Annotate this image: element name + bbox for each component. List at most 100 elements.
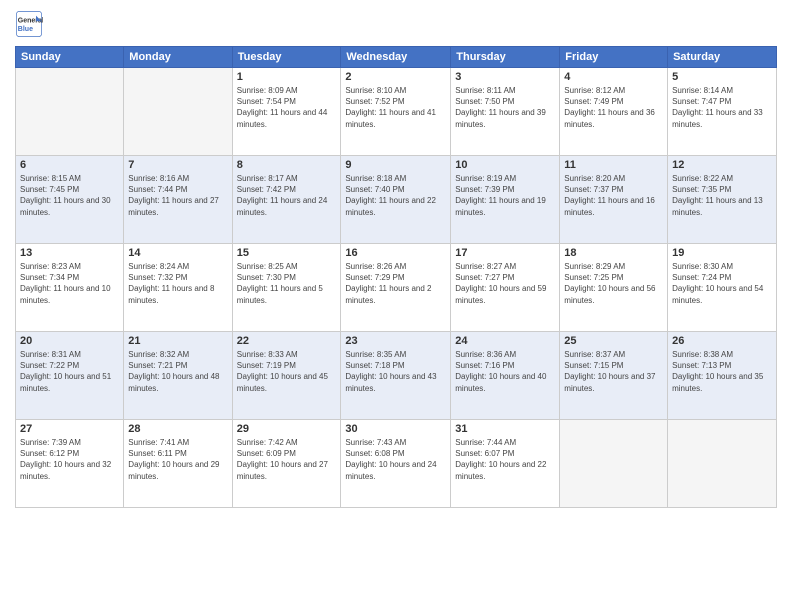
- day-info: Sunrise: 8:18 AM Sunset: 7:40 PM Dayligh…: [345, 173, 446, 218]
- day-number: 7: [128, 159, 227, 171]
- day-info: Sunrise: 7:39 AM Sunset: 6:12 PM Dayligh…: [20, 437, 119, 482]
- calendar-cell: 16 Sunrise: 8:26 AM Sunset: 7:29 PM Dayli…: [341, 244, 451, 332]
- calendar-cell: 5 Sunrise: 8:14 AM Sunset: 7:47 PM Daylig…: [668, 68, 777, 156]
- day-number: 17: [455, 247, 555, 259]
- day-number: 5: [672, 71, 772, 83]
- calendar-cell: 20 Sunrise: 8:31 AM Sunset: 7:22 PM Dayli…: [16, 332, 124, 420]
- day-info: Sunrise: 7:43 AM Sunset: 6:08 PM Dayligh…: [345, 437, 446, 482]
- day-number: 3: [455, 71, 555, 83]
- day-number: 28: [128, 423, 227, 435]
- calendar-cell: 14 Sunrise: 8:24 AM Sunset: 7:32 PM Dayli…: [124, 244, 232, 332]
- calendar-cell: 28 Sunrise: 7:41 AM Sunset: 6:11 PM Dayli…: [124, 420, 232, 508]
- calendar-cell: [16, 68, 124, 156]
- weekday-header: Wednesday: [341, 47, 451, 68]
- day-info: Sunrise: 8:26 AM Sunset: 7:29 PM Dayligh…: [345, 261, 446, 306]
- calendar-cell: 23 Sunrise: 8:35 AM Sunset: 7:18 PM Dayli…: [341, 332, 451, 420]
- day-info: Sunrise: 8:10 AM Sunset: 7:52 PM Dayligh…: [345, 85, 446, 130]
- day-info: Sunrise: 8:12 AM Sunset: 7:49 PM Dayligh…: [564, 85, 663, 130]
- day-number: 2: [345, 71, 446, 83]
- weekday-header: Friday: [560, 47, 668, 68]
- day-number: 25: [564, 335, 663, 347]
- day-info: Sunrise: 8:23 AM Sunset: 7:34 PM Dayligh…: [20, 261, 119, 306]
- day-number: 6: [20, 159, 119, 171]
- day-number: 23: [345, 335, 446, 347]
- calendar-cell: 18Sunrise: 8:29 AM Sunset: 7:25 PM Dayli…: [560, 244, 668, 332]
- logo: General Blue: [15, 10, 47, 38]
- calendar-cell: 11 Sunrise: 8:20 AM Sunset: 7:37 PM Dayli…: [560, 156, 668, 244]
- calendar-cell: 17 Sunrise: 8:27 AM Sunset: 7:27 PM Dayli…: [451, 244, 560, 332]
- day-number: 13: [20, 247, 119, 259]
- calendar-cell: 6 Sunrise: 8:15 AM Sunset: 7:45 PM Daylig…: [16, 156, 124, 244]
- day-info: Sunrise: 8:24 AM Sunset: 7:32 PM Dayligh…: [128, 261, 227, 306]
- day-info: Sunrise: 8:11 AM Sunset: 7:50 PM Dayligh…: [455, 85, 555, 130]
- calendar-cell: 26 Sunrise: 8:38 AM Sunset: 7:13 PM Dayli…: [668, 332, 777, 420]
- page: General Blue SundayMondayTuesdayWednesda…: [0, 0, 792, 612]
- calendar-cell: 4 Sunrise: 8:12 AM Sunset: 7:49 PM Daylig…: [560, 68, 668, 156]
- weekday-header: Tuesday: [232, 47, 341, 68]
- day-number: 1: [237, 71, 337, 83]
- day-number: 20: [20, 335, 119, 347]
- logo-icon: General Blue: [15, 10, 43, 38]
- calendar-cell: 2 Sunrise: 8:10 AM Sunset: 7:52 PM Daylig…: [341, 68, 451, 156]
- calendar-cell: 9 Sunrise: 8:18 AM Sunset: 7:40 PM Daylig…: [341, 156, 451, 244]
- day-info: Sunrise: 8:33 AM Sunset: 7:19 PM Dayligh…: [237, 349, 337, 394]
- day-number: 9: [345, 159, 446, 171]
- day-info: Sunrise: 8:38 AM Sunset: 7:13 PM Dayligh…: [672, 349, 772, 394]
- calendar-cell: 30 Sunrise: 7:43 AM Sunset: 6:08 PM Dayli…: [341, 420, 451, 508]
- day-info: Sunrise: 8:30 AM Sunset: 7:24 PM Dayligh…: [672, 261, 772, 306]
- day-number: 26: [672, 335, 772, 347]
- day-info: Sunrise: 8:36 AM Sunset: 7:16 PM Dayligh…: [455, 349, 555, 394]
- day-info: Sunrise: 8:14 AM Sunset: 7:47 PM Dayligh…: [672, 85, 772, 130]
- day-info: Sunrise: 8:27 AM Sunset: 7:27 PM Dayligh…: [455, 261, 555, 306]
- calendar-cell: 24 Sunrise: 8:36 AM Sunset: 7:16 PM Dayli…: [451, 332, 560, 420]
- weekday-header: Thursday: [451, 47, 560, 68]
- calendar-cell: 19 Sunrise: 8:30 AM Sunset: 7:24 PM Dayli…: [668, 244, 777, 332]
- svg-text:Blue: Blue: [18, 26, 33, 33]
- calendar-cell: 25 Sunrise: 8:37 AM Sunset: 7:15 PM Dayli…: [560, 332, 668, 420]
- day-info: Sunrise: 8:22 AM Sunset: 7:35 PM Dayligh…: [672, 173, 772, 218]
- calendar-cell: 12 Sunrise: 8:22 AM Sunset: 7:35 PM Dayli…: [668, 156, 777, 244]
- day-info: Sunrise: 8:37 AM Sunset: 7:15 PM Dayligh…: [564, 349, 663, 394]
- day-info: Sunrise: 8:25 AM Sunset: 7:30 PM Dayligh…: [237, 261, 337, 306]
- calendar-cell: [560, 420, 668, 508]
- day-number: 27: [20, 423, 119, 435]
- day-info: Sunrise: 8:32 AM Sunset: 7:21 PM Dayligh…: [128, 349, 227, 394]
- day-number: 14: [128, 247, 227, 259]
- calendar-cell: 15 Sunrise: 8:25 AM Sunset: 7:30 PM Dayli…: [232, 244, 341, 332]
- weekday-header: Saturday: [668, 47, 777, 68]
- day-number: 8: [237, 159, 337, 171]
- day-number: 10: [455, 159, 555, 171]
- calendar: SundayMondayTuesdayWednesdayThursdayFrid…: [15, 46, 777, 508]
- calendar-cell: 10 Sunrise: 8:19 AM Sunset: 7:39 PM Dayli…: [451, 156, 560, 244]
- calendar-cell: 29Sunrise: 7:42 AM Sunset: 6:09 PM Dayli…: [232, 420, 341, 508]
- day-info: Sunrise: 7:41 AM Sunset: 6:11 PM Dayligh…: [128, 437, 227, 482]
- weekday-header: Sunday: [16, 47, 124, 68]
- day-number: 30: [345, 423, 446, 435]
- day-info: Sunrise: 7:44 AM Sunset: 6:07 PM Dayligh…: [455, 437, 555, 482]
- day-info: Sunrise: 8:19 AM Sunset: 7:39 PM Dayligh…: [455, 173, 555, 218]
- day-number: 24: [455, 335, 555, 347]
- day-number: 12: [672, 159, 772, 171]
- day-number: 15: [237, 247, 337, 259]
- day-info: Sunrise: 8:16 AM Sunset: 7:44 PM Dayligh…: [128, 173, 227, 218]
- calendar-cell: 31Sunrise: 7:44 AM Sunset: 6:07 PM Dayli…: [451, 420, 560, 508]
- calendar-cell: 27 Sunrise: 7:39 AM Sunset: 6:12 PM Dayli…: [16, 420, 124, 508]
- weekday-header: Monday: [124, 47, 232, 68]
- calendar-cell: 13 Sunrise: 8:23 AM Sunset: 7:34 PM Dayli…: [16, 244, 124, 332]
- day-number: 21: [128, 335, 227, 347]
- day-number: 19: [672, 247, 772, 259]
- day-number: 11: [564, 159, 663, 171]
- day-info: Sunrise: 8:31 AM Sunset: 7:22 PM Dayligh…: [20, 349, 119, 394]
- day-info: Sunrise: 8:15 AM Sunset: 7:45 PM Dayligh…: [20, 173, 119, 218]
- day-number: 16: [345, 247, 446, 259]
- day-info: Sunrise: 8:09 AM Sunset: 7:54 PM Dayligh…: [237, 85, 337, 130]
- day-info: Sunrise: 8:35 AM Sunset: 7:18 PM Dayligh…: [345, 349, 446, 394]
- day-number: 18: [564, 247, 663, 259]
- day-number: 22: [237, 335, 337, 347]
- calendar-cell: 1 Sunrise: 8:09 AM Sunset: 7:54 PM Daylig…: [232, 68, 341, 156]
- day-number: 4: [564, 71, 663, 83]
- day-info: Sunrise: 7:42 AM Sunset: 6:09 PM Dayligh…: [237, 437, 337, 482]
- day-info: Sunrise: 8:20 AM Sunset: 7:37 PM Dayligh…: [564, 173, 663, 218]
- calendar-cell: 22 Sunrise: 8:33 AM Sunset: 7:19 PM Dayli…: [232, 332, 341, 420]
- calendar-cell: 8Sunrise: 8:17 AM Sunset: 7:42 PM Daylig…: [232, 156, 341, 244]
